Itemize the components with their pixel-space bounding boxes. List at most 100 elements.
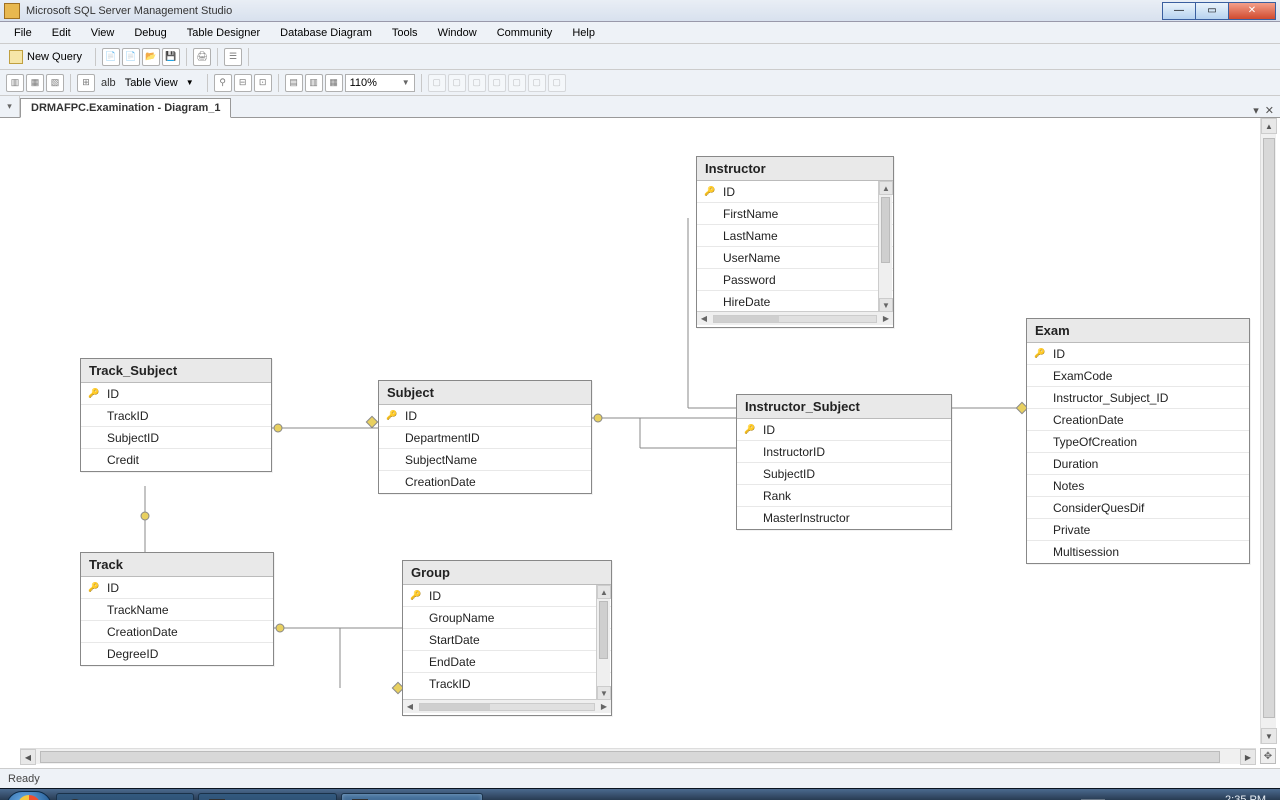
entity-title: Subject (379, 381, 591, 405)
entity-h-scrollbar[interactable]: ◀▶ (697, 311, 893, 325)
status-text: Ready (8, 773, 40, 785)
entity-column-row[interactable]: Duration (1027, 453, 1249, 475)
menu-file[interactable]: File (6, 25, 40, 41)
entity-column-row[interactable]: GroupName (403, 607, 611, 629)
menu-tools[interactable]: Tools (384, 25, 426, 41)
entity-column-row[interactable]: Password (697, 269, 893, 291)
entity-column-row[interactable]: CreationDate (1027, 409, 1249, 431)
system-tray: EN ▴ ⚑ ▬ 🔊 2:35 PM 10/06/2013 (1073, 794, 1274, 800)
new-query-button[interactable]: New Query (6, 47, 89, 67)
diagram-canvas[interactable]: Track_Subject IDTrackIDSubjectIDCredit S… (20, 118, 1276, 744)
menu-table-designer[interactable]: Table Designer (179, 25, 268, 41)
entity-column-row[interactable]: TrackID (403, 673, 611, 695)
entity-column-row[interactable]: ID (81, 577, 273, 599)
entity-column-row[interactable]: StartDate (403, 629, 611, 651)
entity-column-row[interactable]: CreationDate (379, 471, 591, 493)
entity-track[interactable]: Track IDTrackNameCreationDateDegreeID (80, 552, 274, 666)
entity-instructor-subject[interactable]: Instructor_Subject IDInstructorIDSubject… (736, 394, 952, 530)
taskbar-button[interactable]: YTD Video Downl... (198, 793, 338, 800)
entity-exam[interactable]: Exam IDExamCodeInstructor_Subject_IDCrea… (1026, 318, 1250, 564)
entity-column-row[interactable]: ExamCode (1027, 365, 1249, 387)
entity-column-row[interactable]: MasterInstructor (737, 507, 951, 529)
entity-column-row[interactable]: ID (1027, 343, 1249, 365)
entity-column-row[interactable]: SubjectID (737, 463, 951, 485)
toolbar-icon[interactable]: ⊞ (77, 74, 95, 92)
entity-column-row[interactable]: ID (379, 405, 591, 427)
entity-column-row[interactable]: DegreeID (81, 643, 273, 665)
menu-window[interactable]: Window (430, 25, 485, 41)
entity-column-row[interactable]: TrackID (81, 405, 271, 427)
toolbar-icon[interactable]: ⚲ (214, 74, 232, 92)
toolbar-icon[interactable]: ⊡ (254, 74, 272, 92)
toolbar-icon[interactable]: 📂 (142, 48, 160, 66)
entity-column-row[interactable]: Private (1027, 519, 1249, 541)
entity-column-row[interactable]: Instructor_Subject_ID (1027, 387, 1249, 409)
entity-group[interactable]: Group ID GroupNameStartDateEndDateTrackID… (402, 560, 612, 716)
maximize-button[interactable]: ▭ (1195, 2, 1229, 20)
taskbar-button-active[interactable]: Microsoft SQL Ser... (341, 793, 483, 800)
entity-column-row[interactable]: ConsiderQuesDif (1027, 497, 1249, 519)
menu-help[interactable]: Help (564, 25, 603, 41)
entity-column-row[interactable]: DepartmentID (379, 427, 591, 449)
taskbar-clock[interactable]: 2:35 PM 10/06/2013 (1211, 794, 1266, 800)
entity-column-row[interactable]: Multisession (1027, 541, 1249, 563)
close-button[interactable]: ✕ (1228, 2, 1276, 20)
entity-column-row[interactable]: TrackName (81, 599, 273, 621)
tab-dropdown-icon[interactable]: ▾ (0, 95, 20, 117)
toolbar-icon[interactable]: 💾 (162, 48, 180, 66)
toolbar-icon[interactable]: ▥ (6, 74, 24, 92)
entity-v-scrollbar[interactable]: ▲▼ (878, 181, 892, 312)
menu-community[interactable]: Community (489, 25, 561, 41)
entity-subject[interactable]: Subject IDDepartmentIDSubjectNameCreatio… (378, 380, 592, 494)
canvas-h-scrollbar[interactable]: ◀▶ (20, 748, 1256, 764)
entity-column-row[interactable]: LastName (697, 225, 893, 247)
toolbar-icon[interactable]: 🖨 (193, 48, 211, 66)
entity-column-row[interactable]: SubjectID (81, 427, 271, 449)
entity-column-row[interactable]: Notes (1027, 475, 1249, 497)
document-tab[interactable]: DRMAFPC.Examination - Diagram_1 (20, 98, 231, 118)
entity-column-row[interactable]: CreationDate (81, 621, 273, 643)
column-name: Credit (107, 453, 139, 467)
toolbar-icon[interactable]: 📄 (102, 48, 120, 66)
entity-column-row[interactable]: Credit (81, 449, 271, 471)
entity-column-row[interactable]: ID (81, 383, 271, 405)
entity-title: Group (403, 561, 611, 585)
entity-column-row[interactable]: FirstName (697, 203, 893, 225)
entity-column-row[interactable]: SubjectName (379, 449, 591, 471)
menu-edit[interactable]: Edit (44, 25, 79, 41)
menu-debug[interactable]: Debug (126, 25, 174, 41)
entity-h-scrollbar[interactable]: ◀▶ (403, 699, 611, 713)
toolbar-icon[interactable]: ⊟ (234, 74, 252, 92)
toolbar-icon[interactable]: ☰ (224, 48, 242, 66)
toolbar-icon[interactable]: ▦ (325, 74, 343, 92)
toolbar-icon[interactable]: ▥ (305, 74, 323, 92)
entity-column-row[interactable]: InstructorID (737, 441, 951, 463)
tab-close-icon[interactable]: ✕ (1265, 104, 1274, 117)
menu-database-diagram[interactable]: Database Diagram (272, 25, 380, 41)
entity-column-row[interactable]: UserName (697, 247, 893, 269)
entity-column-row[interactable]: ID (697, 181, 893, 203)
taskbar-button[interactable]: Ask a Question - ... (56, 793, 194, 800)
entity-column-row[interactable]: ID (403, 585, 611, 607)
entity-instructor[interactable]: Instructor IDFirstNameLastNameUserNamePa… (696, 156, 894, 328)
entity-column-row[interactable]: EndDate (403, 651, 611, 673)
minimize-button[interactable]: — (1162, 2, 1196, 20)
toolbar-icon[interactable]: 📄 (122, 48, 140, 66)
zoom-combobox[interactable]: 110%▼ (345, 74, 415, 92)
tab-menu-icon[interactable]: ▾ (1253, 104, 1259, 117)
entity-column-row[interactable]: HireDate (697, 291, 893, 311)
pan-icon[interactable]: ✥ (1260, 748, 1276, 764)
entity-column-row[interactable]: ID (737, 419, 951, 441)
toolbar-icon[interactable]: ▧ (46, 74, 64, 92)
menu-view[interactable]: View (83, 25, 123, 41)
entity-v-scrollbar[interactable]: ▲▼ (596, 585, 610, 700)
table-view-dropdown[interactable]: Table View▼ (122, 73, 201, 93)
entity-column-row[interactable]: Rank (737, 485, 951, 507)
entity-column-row[interactable]: TypeOfCreation (1027, 431, 1249, 453)
canvas-v-scrollbar[interactable]: ▲▼ (1260, 118, 1276, 744)
start-button[interactable] (6, 791, 52, 800)
toolbar-icon[interactable]: ▦ (26, 74, 44, 92)
entity-track-subject[interactable]: Track_Subject IDTrackIDSubjectIDCredit (80, 358, 272, 472)
toolbar-icon[interactable]: ▤ (285, 74, 303, 92)
column-name: ID (429, 589, 441, 603)
